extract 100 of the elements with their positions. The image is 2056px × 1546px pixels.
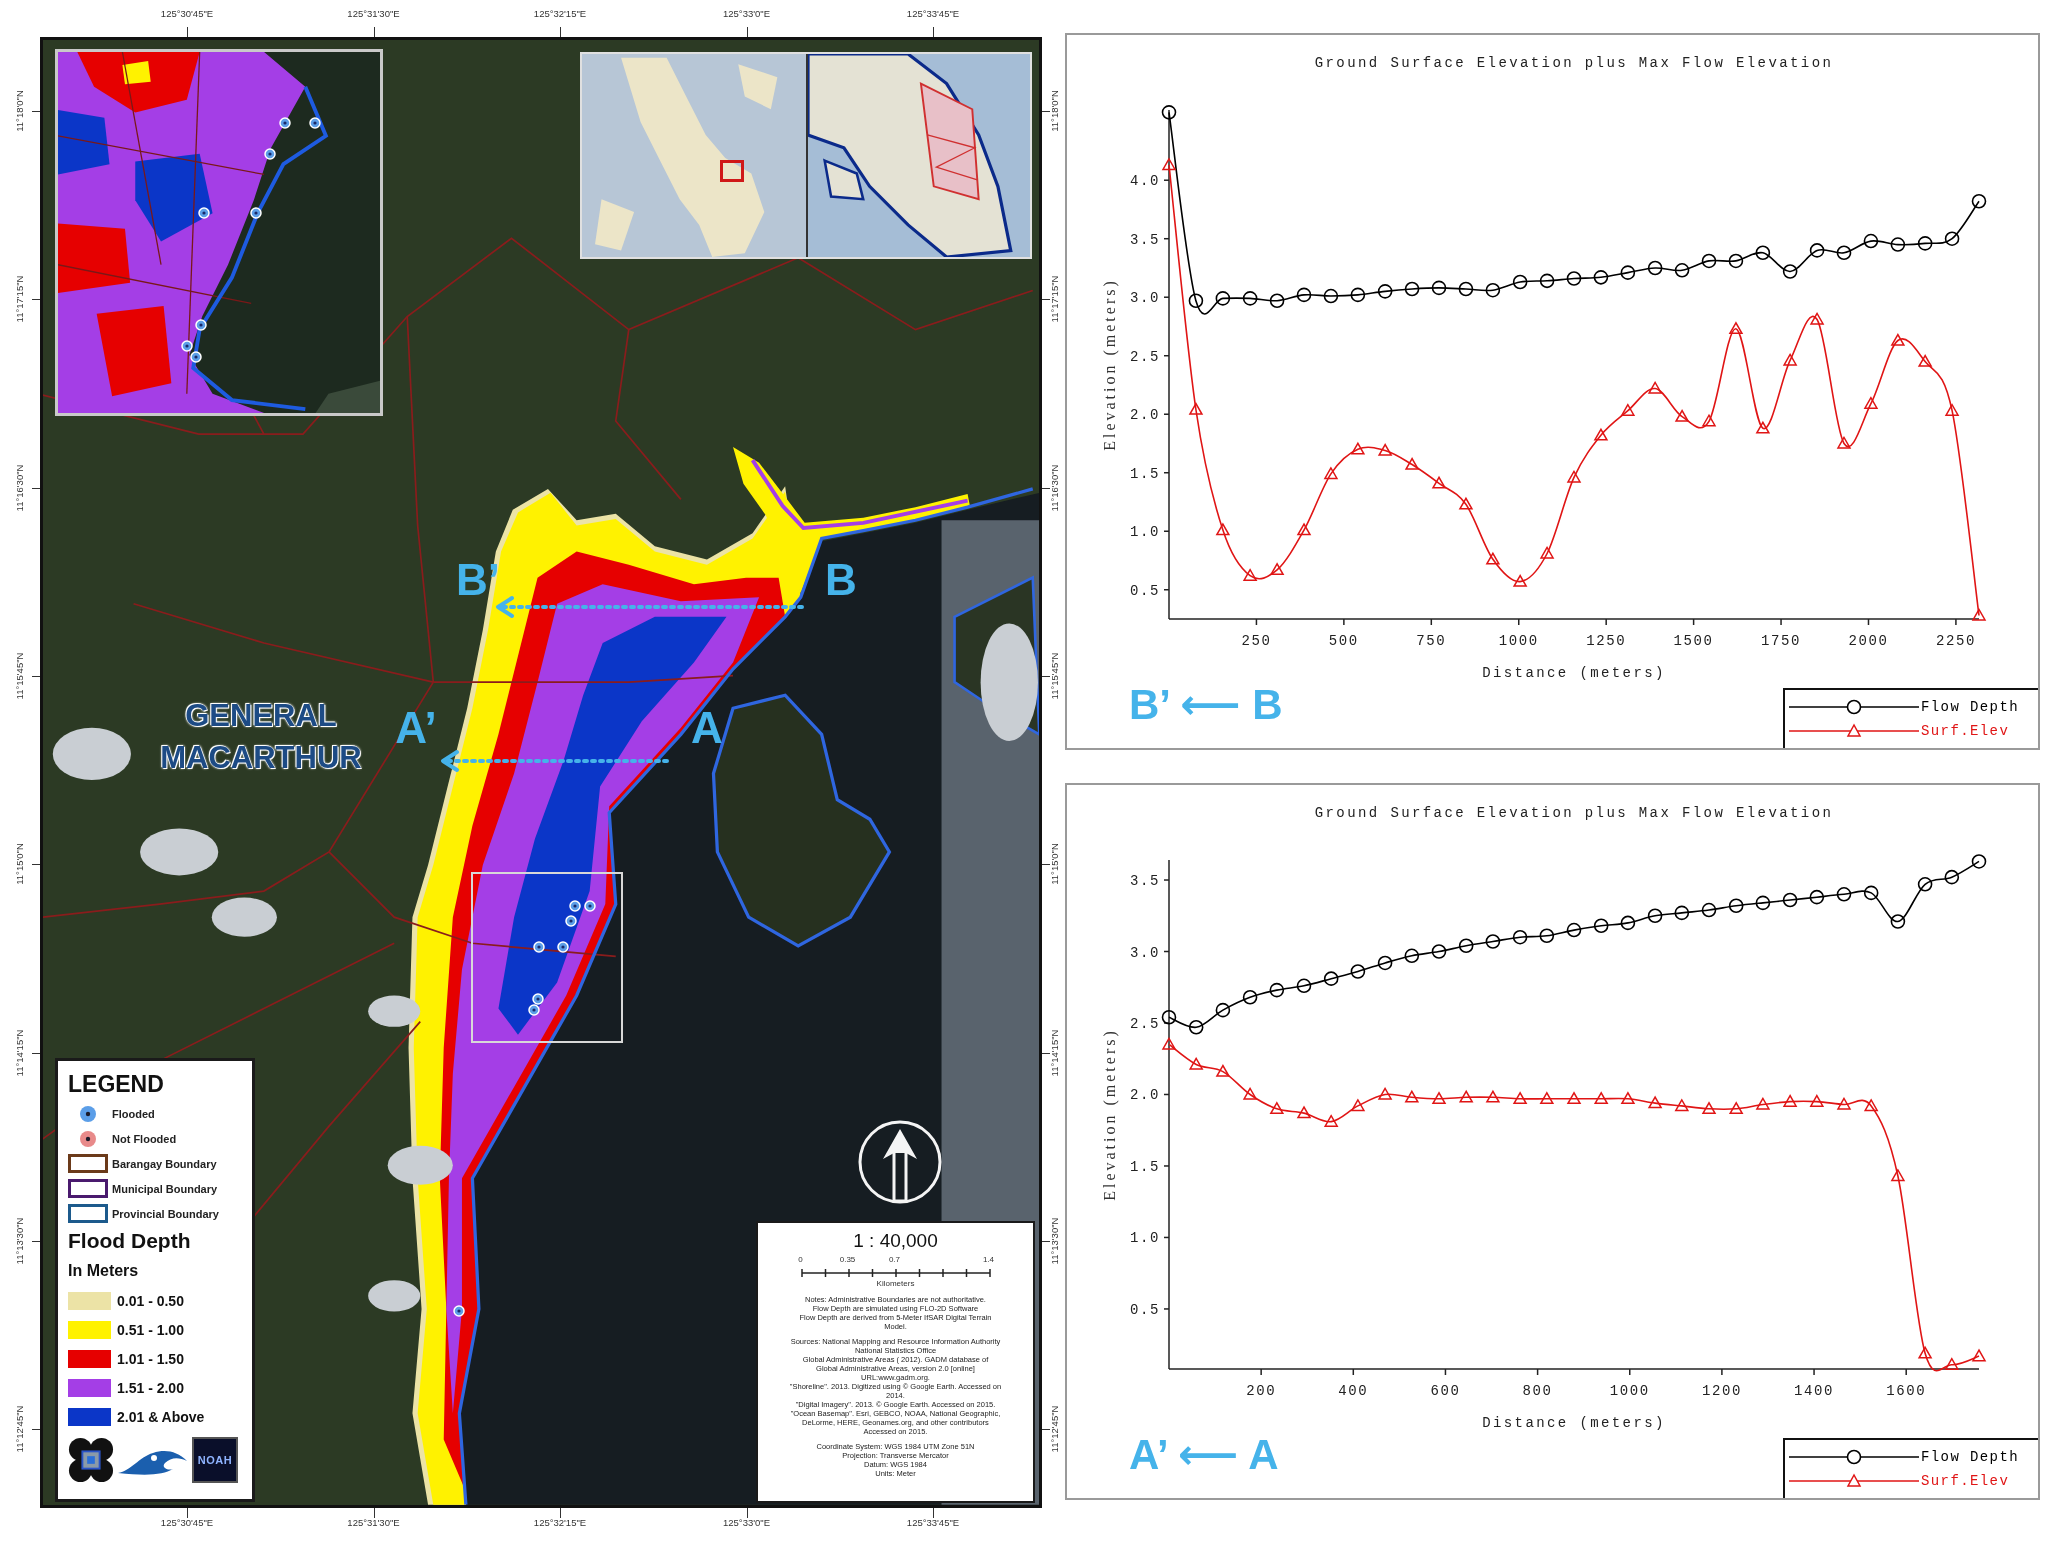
y-tick-label: 3.5	[1130, 231, 1160, 248]
point	[1755, 245, 1771, 261]
point	[1593, 918, 1609, 934]
longitude-label: 125°33'0"E	[723, 1518, 770, 1528]
longitude-label: 125°33'45"E	[906, 1518, 960, 1528]
point	[1782, 892, 1798, 908]
point	[1567, 1092, 1581, 1105]
point	[1836, 887, 1852, 902]
y-tick-label: 4.0	[1130, 173, 1160, 190]
longitude-label: 125°32'15"E	[533, 9, 587, 19]
point	[1432, 1092, 1446, 1105]
scale-ratio: 1 : 40,000	[853, 1229, 938, 1253]
latitude-label: 11°17'15"N	[1050, 275, 1060, 323]
flood-point-icon	[279, 117, 291, 129]
point	[1188, 1019, 1204, 1035]
y-tick-label: 3.5	[1130, 873, 1160, 889]
point	[1458, 938, 1474, 954]
point	[1756, 1097, 1770, 1110]
point	[1215, 1002, 1231, 1018]
point	[1674, 263, 1690, 278]
latitude-label: 11°15'45"N	[1050, 652, 1060, 700]
point	[1728, 898, 1744, 914]
point	[1350, 287, 1366, 303]
point	[1324, 1114, 1338, 1127]
point	[1162, 158, 1176, 171]
legend-label: 0.01 - 0.50	[117, 1292, 184, 1309]
section-start-label: B	[825, 558, 857, 602]
point	[1486, 1090, 1500, 1103]
point	[1404, 948, 1420, 964]
x-tick-label: 1500	[1673, 633, 1714, 649]
point	[1837, 1097, 1851, 1110]
flood-point-icon	[557, 941, 569, 953]
x-tick-label: 1400	[1794, 1383, 1835, 1399]
point	[1620, 915, 1636, 931]
legend-heading: Flood Depth	[68, 1228, 191, 1254]
legend-label: Provincial Boundary	[112, 1207, 219, 1220]
point	[1864, 396, 1878, 409]
y-tick-label: 2.5	[1130, 348, 1160, 365]
point	[1809, 889, 1825, 905]
point	[1405, 457, 1419, 470]
latitude-label: 11°16'30"N	[1050, 464, 1060, 511]
x-tick-label: 2000	[1848, 633, 1889, 649]
point	[1756, 421, 1770, 434]
point	[1324, 467, 1338, 480]
flood-point-icon	[264, 148, 276, 160]
longitude-label: 125°31'30"E	[347, 9, 400, 19]
point	[1701, 253, 1717, 269]
point	[1512, 274, 1528, 290]
point	[1917, 877, 1933, 892]
point	[1458, 281, 1474, 297]
cloud	[368, 995, 421, 1027]
point	[1243, 1087, 1257, 1100]
flood-point-icon	[528, 1004, 540, 1016]
legend-label: 1.01 - 1.50	[117, 1350, 184, 1367]
point	[1729, 322, 1743, 335]
x-axis-title: Distance (meters)	[1482, 1415, 1666, 1431]
flood-point-icon	[190, 351, 202, 363]
x-tick-label: 600	[1430, 1383, 1461, 1399]
point	[1810, 312, 1824, 325]
y-tick-label: 0.5	[1130, 582, 1160, 599]
point	[1269, 293, 1285, 309]
point	[1243, 568, 1257, 581]
latitude-label: 11°12'45"N	[1050, 1405, 1060, 1453]
legend-subheading: In Meters	[68, 1261, 139, 1281]
triangle-marker-line-icon	[1789, 723, 1919, 739]
y-tick-label: 2.5	[1130, 1016, 1160, 1032]
latitude-label: 11°13'30"N	[15, 1217, 25, 1265]
emblem-logo-icon	[68, 1437, 114, 1483]
point	[1539, 928, 1555, 944]
point	[1702, 1102, 1716, 1115]
scale-tick-label: 1.4	[982, 1255, 995, 1265]
point	[1702, 414, 1716, 427]
point	[1270, 563, 1284, 576]
point	[1323, 288, 1339, 304]
section-label: A’ ⟵ A	[1129, 1431, 1279, 1479]
point	[1594, 428, 1608, 441]
flood-point-icon	[453, 1305, 465, 1317]
x-tick-label: 1750	[1761, 633, 1802, 649]
point	[1485, 282, 1501, 298]
flood-point-icon	[198, 207, 210, 219]
point	[1837, 436, 1851, 449]
y-tick-label: 2.0	[1130, 407, 1160, 424]
flood-point-icon	[569, 900, 581, 912]
circle-marker-line-icon	[1789, 1449, 1919, 1465]
flood-point-icon	[565, 915, 577, 927]
point	[1647, 908, 1663, 924]
section-label: B’ ⟵ B	[1129, 681, 1283, 729]
latitude-label: 11°17'15"N	[15, 275, 25, 323]
point	[1972, 1349, 1986, 1362]
legend-label: Flooded	[112, 1107, 155, 1120]
flood-point-icon	[195, 319, 207, 331]
point	[1189, 402, 1203, 415]
point	[1350, 964, 1366, 979]
point	[1836, 245, 1852, 261]
point	[1540, 546, 1554, 559]
legend-label: Not Flooded	[112, 1132, 177, 1145]
point	[1944, 231, 1960, 247]
point	[1485, 934, 1501, 949]
point	[1594, 1092, 1608, 1105]
latitude-label: 11°15'0"N	[1050, 843, 1060, 885]
